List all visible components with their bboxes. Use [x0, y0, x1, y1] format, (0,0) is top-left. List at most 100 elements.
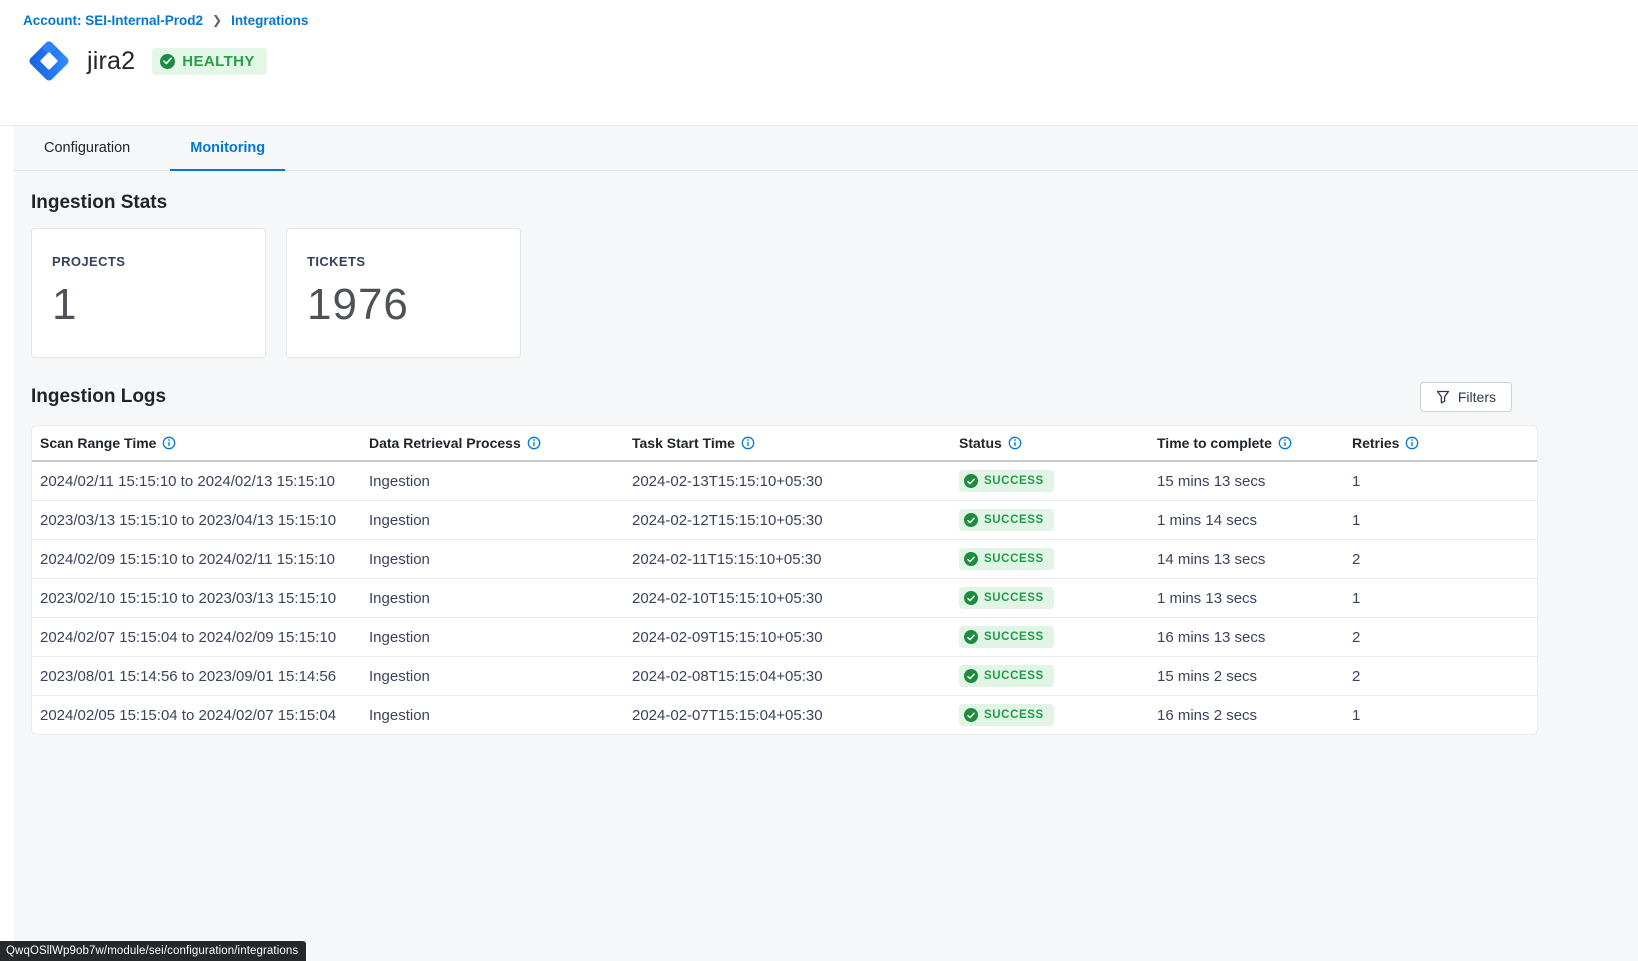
success-check-icon — [964, 591, 978, 605]
status-badge: SUCCESS — [959, 704, 1054, 726]
breadcrumb-chevron-icon: ❯ — [212, 13, 222, 27]
status-badge-label: SUCCESS — [984, 592, 1044, 604]
success-check-icon — [964, 513, 978, 527]
scan-range-cell: 2024/02/09 15:15:10 to 2024/02/11 15:15:… — [32, 540, 361, 579]
col-scan-range-time[interactable]: Scan Range Time — [32, 426, 361, 461]
main-content: Configuration Monitoring Ingestion Stats… — [0, 126, 1638, 961]
status-badge-label: SUCCESS — [984, 514, 1044, 526]
col-status[interactable]: Status — [951, 426, 1149, 461]
stat-label: TICKETS — [307, 254, 500, 269]
status-cell: SUCCESS — [951, 657, 1149, 696]
tab-configuration[interactable]: Configuration — [24, 126, 150, 171]
stat-label: PROJECTS — [52, 254, 245, 269]
table-header-row: Scan Range Time Data Retrieval Process T… — [32, 426, 1537, 461]
col-retries[interactable]: Retries — [1344, 426, 1537, 461]
time-to-complete-cell: 15 mins 13 secs — [1149, 461, 1344, 501]
tab-bar: Configuration Monitoring — [0, 126, 1638, 171]
table-row[interactable]: 2024/02/11 15:15:10 to 2024/02/13 15:15:… — [32, 461, 1537, 501]
task-start-cell: 2024-02-10T15:15:10+05:30 — [624, 579, 951, 618]
scan-range-cell: 2024/02/11 15:15:10 to 2024/02/13 15:15:… — [32, 461, 361, 501]
tab-monitoring[interactable]: Monitoring — [170, 126, 285, 171]
page-header: Account: SEI-Internal-Prod2 ❯ Integratio… — [0, 0, 1638, 126]
status-cell: SUCCESS — [951, 501, 1149, 540]
time-to-complete-cell: 16 mins 2 secs — [1149, 696, 1344, 735]
process-cell: Ingestion — [361, 657, 624, 696]
filters-button[interactable]: Filters — [1420, 382, 1512, 412]
task-start-cell: 2024-02-11T15:15:10+05:30 — [624, 540, 951, 579]
status-cell: SUCCESS — [951, 579, 1149, 618]
status-cell: SUCCESS — [951, 461, 1149, 501]
col-task-start-time[interactable]: Task Start Time — [624, 426, 951, 461]
status-cell: SUCCESS — [951, 540, 1149, 579]
ingestion-logs-table: Scan Range Time Data Retrieval Process T… — [31, 425, 1538, 735]
info-icon[interactable] — [1278, 436, 1292, 450]
link-preview-status-bar: QwqOSllWp9ob7w/module/sei/configuration/… — [0, 941, 306, 961]
table-row[interactable]: 2023/02/10 15:15:10 to 2023/03/13 15:15:… — [32, 579, 1537, 618]
info-icon[interactable] — [741, 436, 755, 450]
status-badge: SUCCESS — [959, 587, 1054, 609]
time-to-complete-cell: 14 mins 13 secs — [1149, 540, 1344, 579]
success-check-icon — [964, 552, 978, 566]
integration-monitoring-page: Account: SEI-Internal-Prod2 ❯ Integratio… — [0, 0, 1638, 961]
table-row[interactable]: 2024/02/05 15:15:04 to 2024/02/07 15:15:… — [32, 696, 1537, 735]
filter-funnel-icon — [1436, 390, 1450, 404]
retries-cell: 1 — [1344, 579, 1537, 618]
info-icon[interactable] — [527, 436, 541, 450]
stat-value: 1976 — [307, 280, 500, 330]
status-cell: SUCCESS — [951, 618, 1149, 657]
stat-value: 1 — [52, 280, 245, 330]
col-time-to-complete[interactable]: Time to complete — [1149, 426, 1344, 461]
status-badge-label: SUCCESS — [984, 670, 1044, 682]
health-badge-label: HEALTHY — [182, 53, 255, 70]
status-cell: SUCCESS — [951, 696, 1149, 735]
title-row: jira2 HEALTHY — [23, 35, 1638, 87]
jira-logo-icon — [23, 35, 75, 87]
task-start-cell: 2024-02-09T15:15:10+05:30 — [624, 618, 951, 657]
retries-cell: 2 — [1344, 618, 1537, 657]
logs-table-body: 2024/02/11 15:15:10 to 2024/02/13 15:15:… — [32, 461, 1537, 734]
task-start-cell: 2024-02-12T15:15:10+05:30 — [624, 501, 951, 540]
process-cell: Ingestion — [361, 501, 624, 540]
health-status-badge: HEALTHY — [152, 48, 267, 75]
table-row[interactable]: 2023/03/13 15:15:10 to 2023/04/13 15:15:… — [32, 501, 1537, 540]
status-badge-label: SUCCESS — [984, 709, 1044, 721]
retries-cell: 1 — [1344, 501, 1537, 540]
ingestion-logs-heading: Ingestion Logs — [31, 386, 166, 408]
status-badge: SUCCESS — [959, 470, 1054, 492]
process-cell: Ingestion — [361, 579, 624, 618]
status-badge-label: SUCCESS — [984, 553, 1044, 565]
time-to-complete-cell: 1 mins 13 secs — [1149, 579, 1344, 618]
stat-card-projects: PROJECTS 1 — [31, 228, 266, 358]
scan-range-cell: 2024/02/05 15:15:04 to 2024/02/07 15:15:… — [32, 696, 361, 735]
time-to-complete-cell: 16 mins 13 secs — [1149, 618, 1344, 657]
health-check-icon — [160, 54, 175, 69]
breadcrumb-integrations-link[interactable]: Integrations — [231, 13, 308, 28]
info-icon[interactable] — [162, 436, 176, 450]
col-data-retrieval-process[interactable]: Data Retrieval Process — [361, 426, 624, 461]
collapsed-side-rail — [0, 126, 14, 961]
retries-cell: 1 — [1344, 461, 1537, 501]
table-row[interactable]: 2023/08/01 15:14:56 to 2023/09/01 15:14:… — [32, 657, 1537, 696]
info-icon[interactable] — [1008, 436, 1022, 450]
breadcrumb: Account: SEI-Internal-Prod2 ❯ Integratio… — [23, 13, 1638, 28]
success-check-icon — [964, 669, 978, 683]
time-to-complete-cell: 1 mins 14 secs — [1149, 501, 1344, 540]
process-cell: Ingestion — [361, 696, 624, 735]
breadcrumb-account-link[interactable]: Account: SEI-Internal-Prod2 — [23, 13, 203, 28]
process-cell: Ingestion — [361, 618, 624, 657]
table-row[interactable]: 2024/02/09 15:15:10 to 2024/02/11 15:15:… — [32, 540, 1537, 579]
task-start-cell: 2024-02-08T15:15:04+05:30 — [624, 657, 951, 696]
success-check-icon — [964, 708, 978, 722]
status-badge: SUCCESS — [959, 509, 1054, 531]
table-row[interactable]: 2024/02/07 15:15:04 to 2024/02/09 15:15:… — [32, 618, 1537, 657]
filters-button-label: Filters — [1458, 389, 1496, 405]
time-to-complete-cell: 15 mins 2 secs — [1149, 657, 1344, 696]
process-cell: Ingestion — [361, 461, 624, 501]
success-check-icon — [964, 474, 978, 488]
info-icon[interactable] — [1405, 436, 1419, 450]
status-badge-label: SUCCESS — [984, 631, 1044, 643]
scan-range-cell: 2024/02/07 15:15:04 to 2024/02/09 15:15:… — [32, 618, 361, 657]
retries-cell: 1 — [1344, 696, 1537, 735]
process-cell: Ingestion — [361, 540, 624, 579]
task-start-cell: 2024-02-07T15:15:04+05:30 — [624, 696, 951, 735]
